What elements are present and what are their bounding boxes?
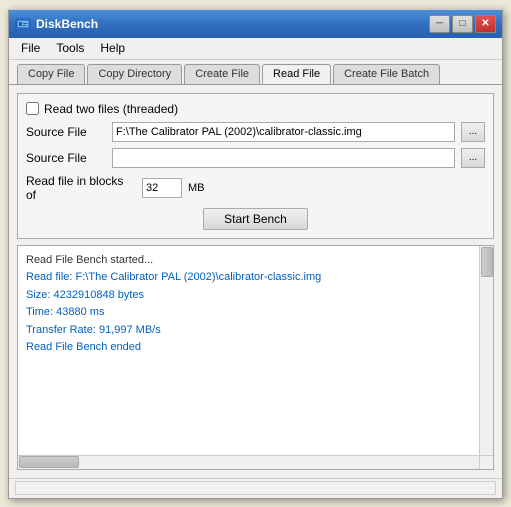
threaded-checkbox[interactable] [26,102,39,115]
vertical-scrollbar[interactable] [479,246,493,455]
main-content: Read two files (threaded) Source File ..… [9,85,502,478]
minimize-button[interactable]: ─ [429,15,450,33]
blocks-label: Read file in blocks of [26,174,136,202]
app-icon [15,16,31,32]
browse-2-button[interactable]: ... [461,148,485,168]
maximize-button[interactable]: □ [452,15,473,33]
output-line-3: Size: 4232910848 bytes [26,287,485,305]
blocks-row: Read file in blocks of MB [26,174,485,202]
start-bench-button[interactable]: Start Bench [203,208,308,230]
source-file-1-label: Source File [26,125,106,139]
tab-copy-file[interactable]: Copy File [17,64,85,84]
menu-file[interactable]: File [13,39,48,57]
horizontal-scrollbar[interactable] [18,455,479,469]
window-title: DiskBench [36,17,429,31]
close-button[interactable]: ✕ [475,15,496,33]
threaded-row: Read two files (threaded) [26,102,485,116]
source-file-1-input[interactable] [112,122,455,142]
output-line-7: Read File Bench ended [26,339,485,357]
horizontal-scrollbar-thumb[interactable] [19,456,79,468]
title-bar: DiskBench ─ □ ✕ [9,10,502,38]
source-file-2-label: Source File [26,151,106,165]
scrollbar-corner [479,455,493,469]
window-controls: ─ □ ✕ [429,15,496,33]
lower-panel: Read File Bench started... Read file: F:… [17,245,494,470]
output-line-4: Time: 43880 ms [26,304,485,322]
threaded-label: Read two files (threaded) [44,102,178,116]
start-btn-row: Start Bench [26,208,485,230]
tab-bar: Copy File Copy Directory Create File Rea… [9,60,502,85]
browse-1-button[interactable]: ... [461,122,485,142]
output-line-0: Read File Bench started... [26,252,485,270]
status-panel [15,481,496,495]
status-bar [9,478,502,498]
menu-bar: File Tools Help [9,38,502,60]
mb-label: MB [188,182,205,194]
output-line-2: Read file: F:\The Calibrator PAL (2002)\… [26,269,485,287]
source-file-1-row: Source File ... [26,122,485,142]
tab-create-file-batch[interactable]: Create File Batch [333,64,440,84]
source-file-2-row: Source File ... [26,148,485,168]
main-window: DiskBench ─ □ ✕ File Tools Help Copy Fil… [8,9,503,499]
upper-panel: Read two files (threaded) Source File ..… [17,93,494,239]
tab-copy-directory[interactable]: Copy Directory [87,64,182,84]
output-line-5: Transfer Rate: 91,997 MB/s [26,322,485,340]
tab-create-file[interactable]: Create File [184,64,260,84]
vertical-scrollbar-thumb[interactable] [481,247,493,277]
output-content: Read File Bench started... Read file: F:… [18,246,493,469]
blocks-input[interactable] [142,178,182,198]
menu-help[interactable]: Help [92,39,133,57]
menu-tools[interactable]: Tools [48,39,92,57]
source-file-2-input[interactable] [112,148,455,168]
tab-read-file[interactable]: Read File [262,64,331,84]
